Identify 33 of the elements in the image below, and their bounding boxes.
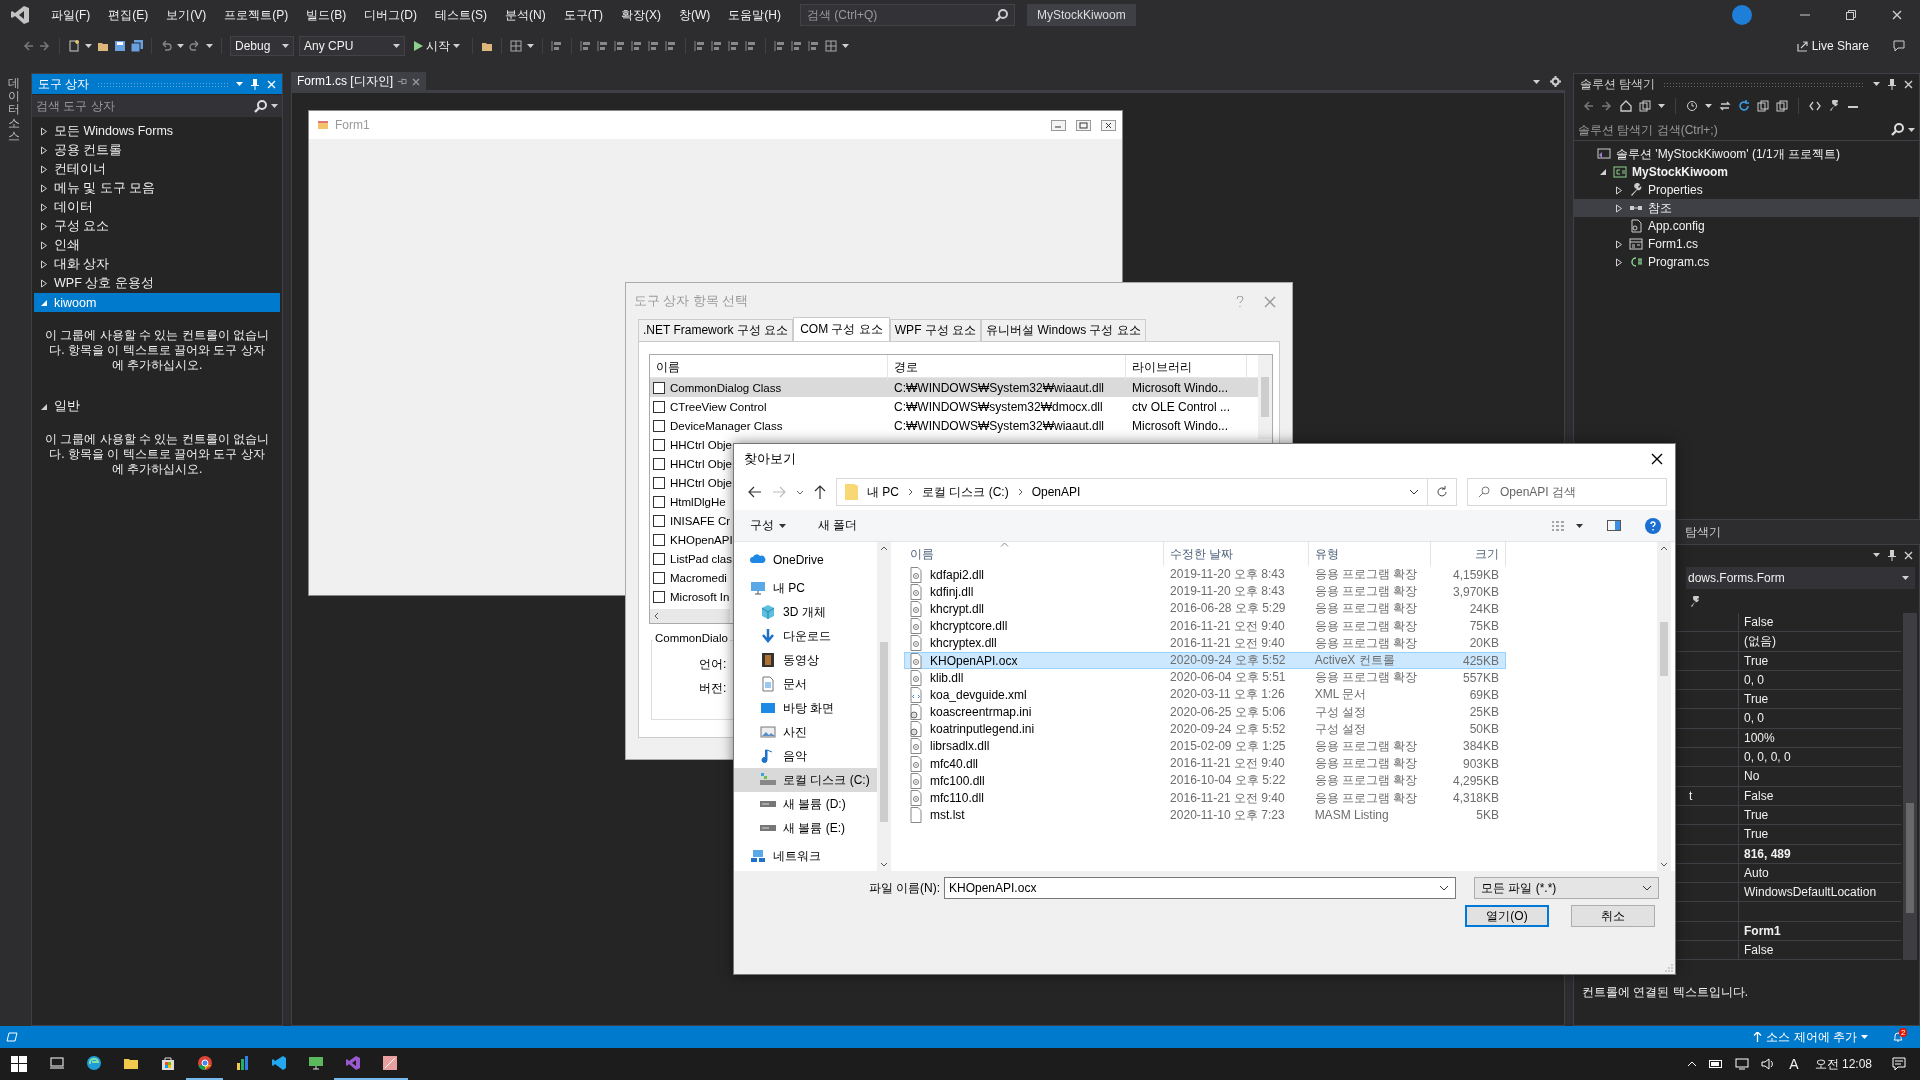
notification-badge: 2 <box>1899 1028 1908 1037</box>
table-cell-text: C:₩WINDOWS₩System32₩wiaaut.dll <box>893 380 1106 395</box>
dialog-title: 찾아보기 <box>744 450 796 468</box>
table-cell: Macromedi <box>670 571 727 584</box>
property-description: 컨트롤에 연결된 텍스트입니다. <box>1581 984 1749 1002</box>
table-cell: HHCtrl Obje <box>670 438 732 451</box>
form-title: Form1 <box>335 118 370 132</box>
panel-title: 솔루션 탐색기 <box>1580 75 1656 93</box>
table-cell: Microsoft In <box>670 590 730 603</box>
table-cell: KHOpenAPI <box>670 533 733 546</box>
table-cell-text: ctv OLE Control ... <box>1131 399 1232 414</box>
table-cell-text: C:₩WINDOWS₩System32₩wiaaut.dll <box>893 418 1106 433</box>
property-name: t <box>1689 788 1693 803</box>
empty-group-message: 이 그룹에 사용할 수 있는 컨트롤이 없습니다. 항목을 이 텍스트로 끌어와 도구 상자에 추가하십시오. <box>44 327 270 374</box>
table-cell-text: Microsoft Windo... <box>1131 418 1230 433</box>
group-title: CommonDialo <box>653 632 730 644</box>
table-cell: HHCtrl Obje <box>670 457 732 470</box>
language-label: 언어: <box>699 656 727 673</box>
file-name-label: 파일 이름(N): <box>868 879 940 897</box>
table-cell: ListPad clas <box>670 552 732 565</box>
table-cell: DeviceManager Class <box>670 419 783 432</box>
table-cell: INISAFE Cr <box>670 514 731 527</box>
table-cell: CommonDialog Class <box>670 381 782 394</box>
dialog-title: 도구 상자 항목 선택 <box>634 293 749 310</box>
panel-title: 도구 상자 <box>38 75 90 93</box>
table-cell: HHCtrl Obje <box>670 476 732 489</box>
table-cell: HtmlDlgHe <box>670 495 726 508</box>
solution-name: MyStockKiwoom <box>1027 4 1136 26</box>
table-cell-text: C:₩WINDOWS₩system32₩dmocx.dll <box>893 399 1104 414</box>
table-cell: CTreeView Control <box>670 400 767 413</box>
empty-group-message: 이 그룹에 사용할 수 있는 컨트롤이 없습니다. 항목을 이 텍스트로 끌어와 도구 상자에 추가하십시오. <box>44 431 270 478</box>
table-cell-text: Microsoft Windo... <box>1131 380 1230 395</box>
version-label: 버전: <box>699 680 727 697</box>
